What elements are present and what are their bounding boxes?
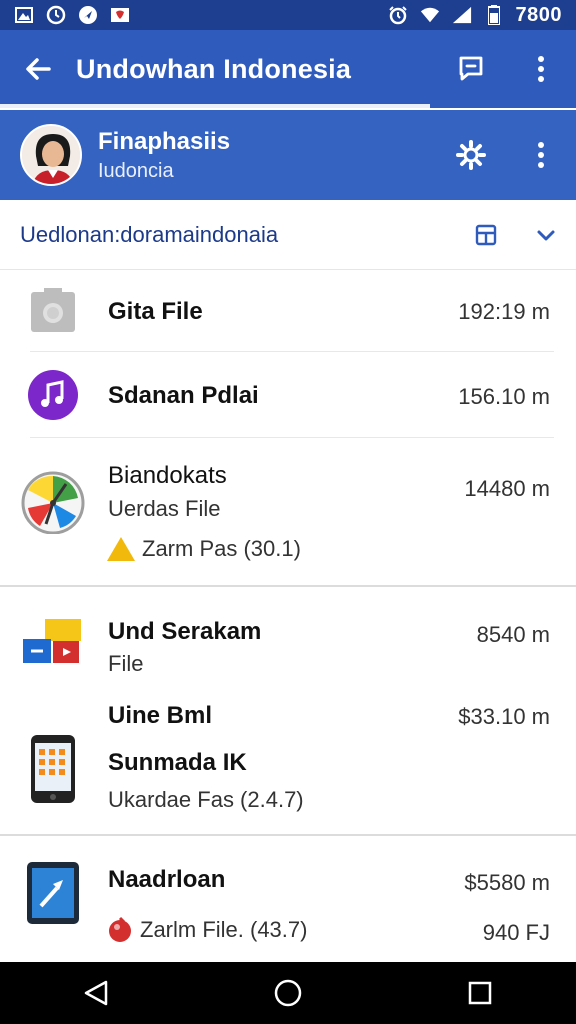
more-options-button[interactable] <box>506 30 576 108</box>
navigation-icon <box>78 5 98 25</box>
grid-view-icon <box>475 224 497 245</box>
phone-icon <box>20 735 86 805</box>
file-name: Uine Bml <box>108 702 213 729</box>
battery-icon <box>484 5 504 25</box>
music-icon <box>20 362 86 428</box>
file-subtitle: Uerdas File <box>108 496 221 521</box>
account-subtitle: Iudoncia <box>98 159 174 182</box>
file-size: 14480 m <box>464 476 550 501</box>
back-triangle-icon <box>84 980 108 1006</box>
wifi-icon <box>420 5 440 25</box>
section-divider <box>0 834 576 836</box>
account-more-button[interactable] <box>506 110 576 200</box>
home-circle-icon <box>274 979 302 1007</box>
file-size-secondary: 940 FJ <box>482 920 550 945</box>
comment-button[interactable] <box>436 30 506 108</box>
list-item[interactable]: Sunmada IK Ukardae Fas (2.4.7) <box>0 735 576 835</box>
list-item[interactable]: Und Serakam File 8540 m <box>0 590 576 680</box>
expand-button[interactable] <box>516 200 576 270</box>
section-divider <box>0 585 576 587</box>
file-size: 156.10 m <box>458 384 550 409</box>
warning-icon <box>107 537 135 561</box>
file-subtitle: File <box>108 651 144 676</box>
record-icon <box>109 916 131 942</box>
folder-bar: Uedlonan:doramaindonaia <box>0 200 576 270</box>
list-item[interactable]: Sdanan Pdlai 156.10 m <box>0 352 576 436</box>
status-right-icons: 7800 <box>388 4 563 27</box>
app-screen: 7800 Undowhan Indonesia Finaphasiis Iudo… <box>0 0 576 1024</box>
avatar[interactable] <box>20 124 82 186</box>
file-size: $5580 m <box>464 870 550 895</box>
clock-icon <box>46 5 66 25</box>
file-meta-text: Zarlm File. (43.7) <box>140 917 308 942</box>
folder-path[interactable]: Uedlonan:doramaindonaia <box>20 222 456 248</box>
tablet-icon <box>20 860 86 926</box>
gallery-icon <box>14 5 34 25</box>
system-nav-bar <box>0 962 576 1024</box>
list-item[interactable]: Naadrloan Zarlm File. (43.7) $5580 m 940… <box>0 840 576 962</box>
clock-app-icon <box>20 468 86 534</box>
nav-back-button[interactable] <box>56 962 136 1024</box>
file-meta: Zarlm File. (43.7) <box>106 916 307 944</box>
account-info: Finaphasiis Iudoncia <box>98 128 436 183</box>
status-left-icons <box>14 5 130 25</box>
chevron-down-icon <box>537 230 555 240</box>
nav-home-button[interactable] <box>248 962 328 1024</box>
camera-icon <box>20 278 86 344</box>
file-size: 192:19 m <box>458 299 550 324</box>
comment-icon <box>459 56 483 81</box>
file-name: Gita File <box>108 298 203 325</box>
settings-button[interactable] <box>436 110 506 200</box>
back-button[interactable] <box>0 30 76 108</box>
status-time: 7800 <box>515 3 562 26</box>
arrow-back-icon <box>26 58 51 80</box>
more-vert-icon <box>538 142 544 168</box>
list-item[interactable]: Gita File 192:19 m <box>0 272 576 350</box>
file-meta: Zarm Pas (30.1) <box>106 536 301 562</box>
gmail-icon <box>110 5 130 25</box>
file-name: Sdanan Pdlai <box>108 382 259 409</box>
grid-view-button[interactable] <box>456 200 516 270</box>
recents-square-icon <box>468 981 492 1005</box>
file-name: Biandokats <box>108 462 227 489</box>
account-name: Finaphasiis <box>98 127 231 155</box>
file-size: 8540 m <box>476 622 550 647</box>
signal-icon <box>452 5 472 25</box>
file-name: Sunmada IK <box>108 749 247 776</box>
file-size: $33.10 m <box>458 704 550 729</box>
file-meta-text: Zarm Pas (30.1) <box>142 536 301 561</box>
app-bar: Undowhan Indonesia <box>0 30 576 108</box>
alarm-icon <box>388 5 408 25</box>
divider <box>30 437 554 438</box>
more-vert-icon <box>538 56 544 82</box>
account-header[interactable]: Finaphasiis Iudoncia <box>0 110 576 200</box>
status-bar: 7800 <box>0 0 576 30</box>
list-item[interactable]: Uine Bml $33.10 m <box>0 690 576 740</box>
nav-recents-button[interactable] <box>440 962 520 1024</box>
file-subtitle: Ukardae Fas (2.4.7) <box>108 787 304 812</box>
slides-icon <box>20 610 86 676</box>
tab-indicator <box>0 104 430 108</box>
list-item[interactable]: Biandokats Uerdas File Zarm Pas (30.1) 1… <box>0 440 576 586</box>
file-name: Naadrloan <box>108 866 226 893</box>
page-title: Undowhan Indonesia <box>76 53 352 84</box>
settings-icon <box>456 140 486 170</box>
file-name: Und Serakam <box>108 618 262 645</box>
